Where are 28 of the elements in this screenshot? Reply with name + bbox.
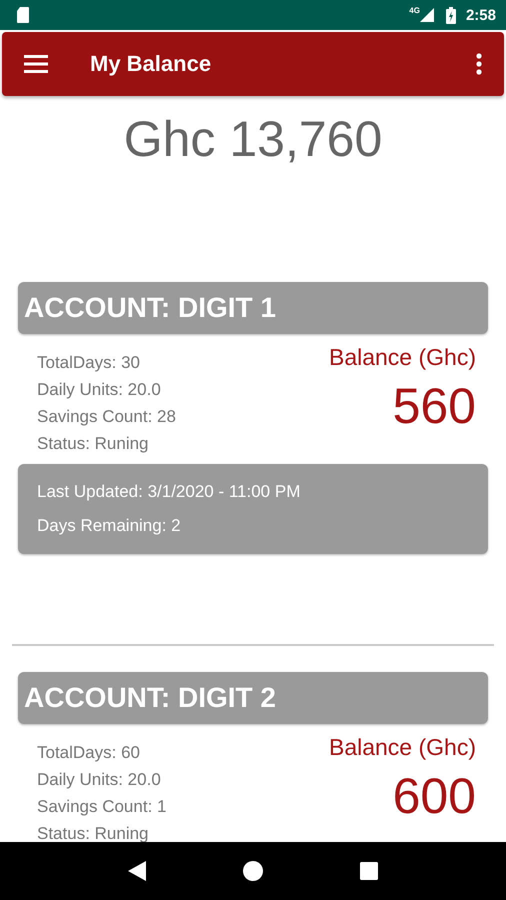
clock: 2:58 [466, 6, 496, 24]
info-text: Days Remaining: 2 [37, 516, 182, 536]
menu-icon[interactable] [24, 55, 48, 73]
balance-amount: 600 [392, 767, 476, 825]
total-balance: Ghc 13,760 [122, 110, 384, 169]
account-title: ACCOUNT: DIGIT 1 [24, 292, 276, 324]
account-detail: Savings Count: 1 [37, 797, 166, 817]
back-icon[interactable] [128, 861, 146, 881]
account-detail: Daily Units: 20.0 [37, 380, 162, 400]
account-title: ACCOUNT: DIGIT 2 [24, 682, 276, 714]
info-text: Last Updated: 3/1/2020 - 11:00 PM [37, 482, 302, 502]
balance-amount: 560 [392, 377, 476, 435]
account-detail: TotalDays: 60 [37, 743, 141, 763]
recents-icon[interactable] [360, 862, 378, 880]
account-detail: TotalDays: 30 [37, 353, 141, 373]
account-detail: Status: Runing [37, 434, 150, 454]
home-icon[interactable] [242, 861, 263, 881]
network-label: 4G [409, 6, 420, 15]
more-options-icon[interactable] [476, 53, 482, 75]
battery-icon [446, 6, 456, 24]
account-detail: Savings Count: 28 [37, 407, 176, 427]
sd-card-icon [16, 6, 30, 24]
balance-label: Balance (Ghc) [328, 344, 476, 371]
account-detail: Status: Runing [37, 824, 150, 844]
signal-icon [420, 8, 434, 22]
app-title: My Balance [90, 51, 212, 77]
account-detail: Daily Units: 20.0 [37, 770, 162, 790]
balance-label: Balance (Ghc) [328, 734, 476, 761]
